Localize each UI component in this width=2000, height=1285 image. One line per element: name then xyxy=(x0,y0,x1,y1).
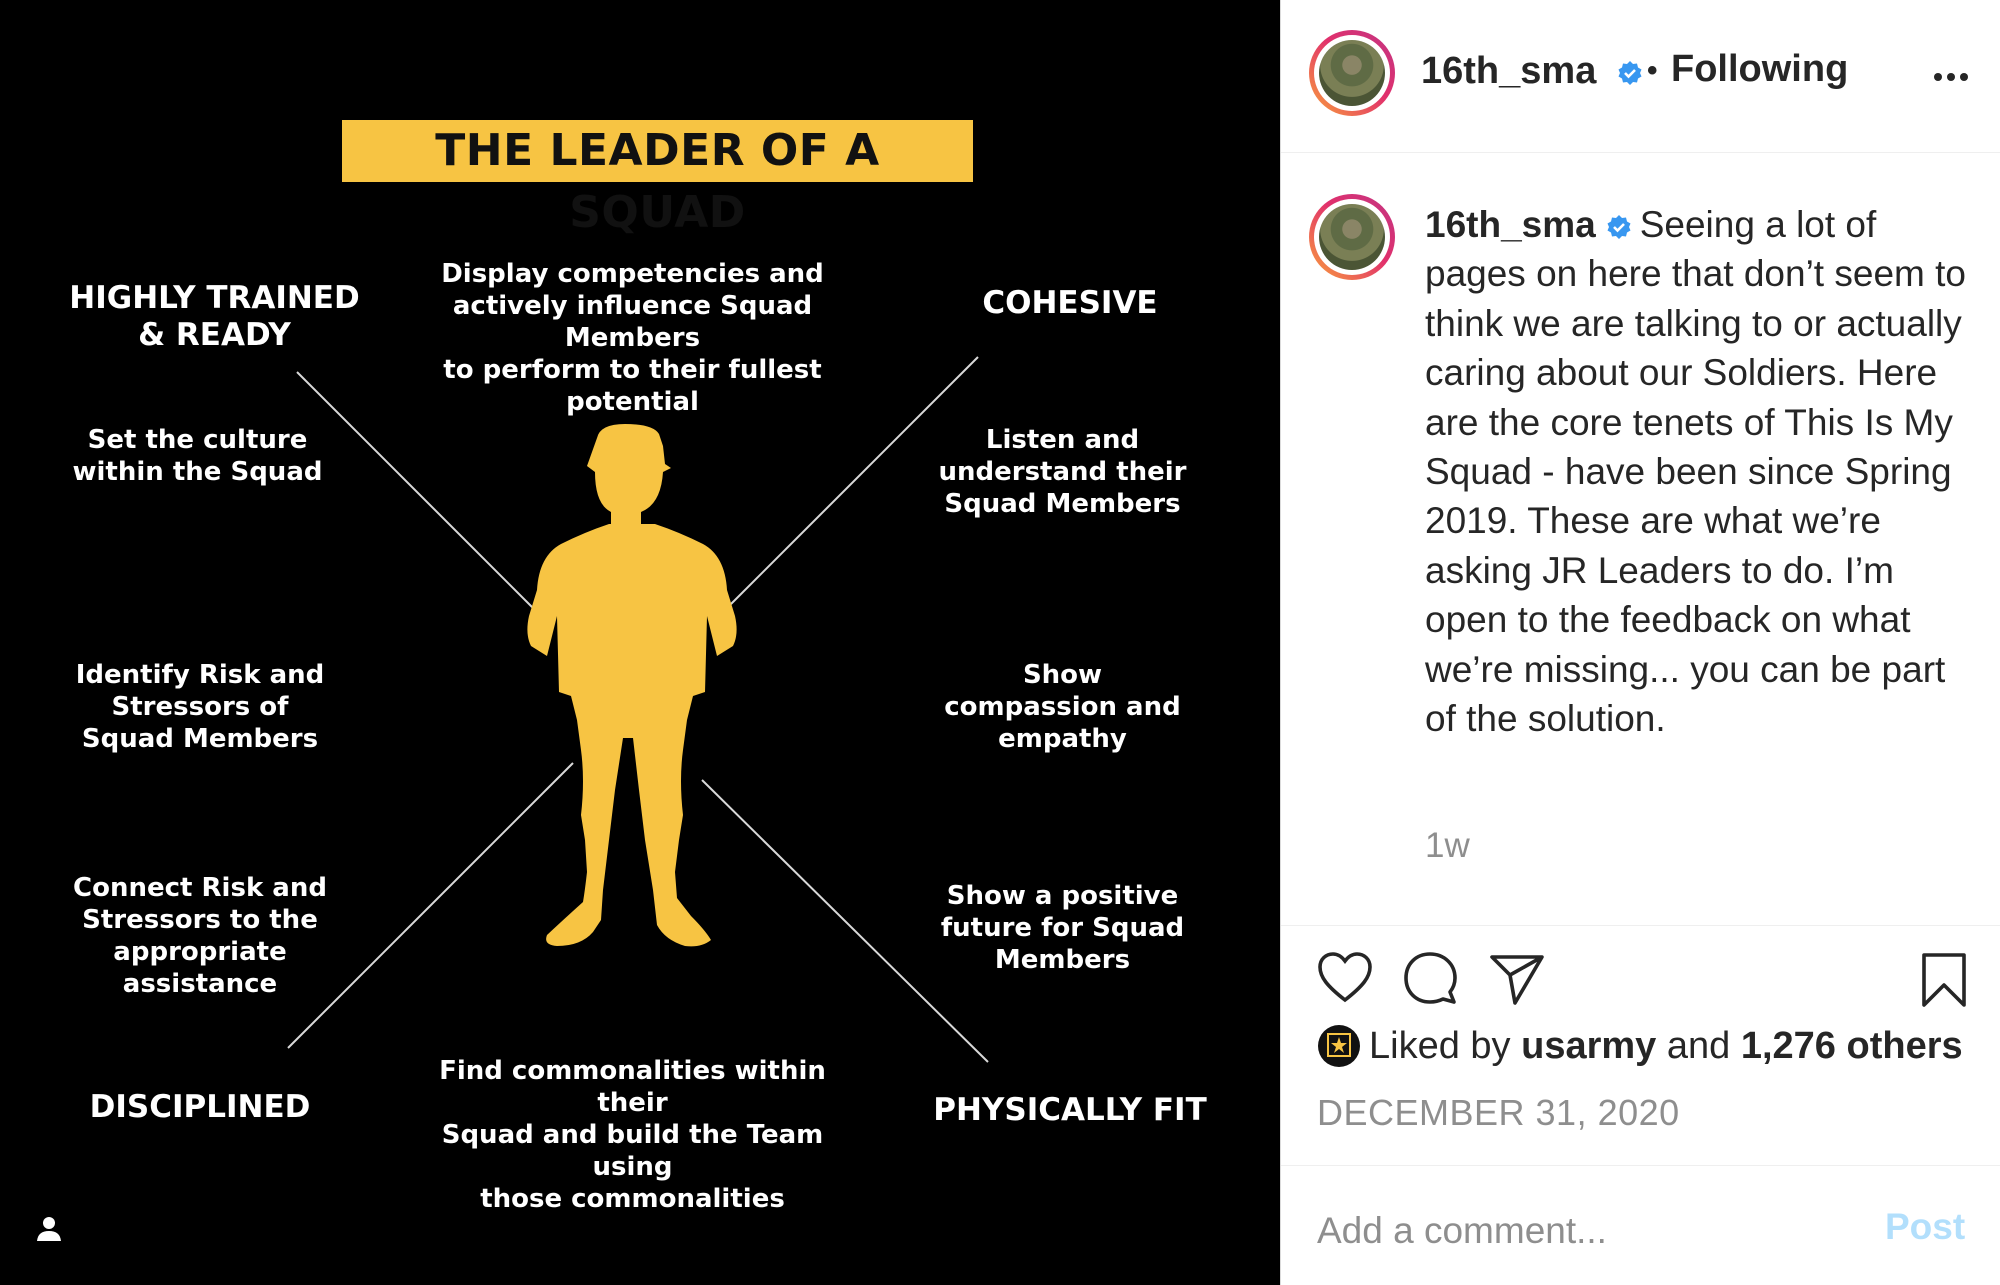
tenet-right-2: Show compassion and empathy xyxy=(944,660,1181,754)
caption: 16th_sma Seeing a lot of pages on here t… xyxy=(1425,200,1981,743)
usarmy-avatar[interactable] xyxy=(1317,1024,1361,1068)
corner-disciplined: DISCIPLINED xyxy=(89,1089,311,1125)
header-divider xyxy=(1281,152,2000,153)
likes-prefix: Liked by xyxy=(1369,1025,1511,1067)
comment-icon[interactable] xyxy=(1403,951,1457,1005)
corner-highly-trained: HIGHLY TRAINED & READY xyxy=(69,280,360,353)
actions-divider xyxy=(1281,925,2000,926)
tenet-left-3: Connect Risk and Stressors to the approp… xyxy=(73,873,327,999)
likes-conjunction: and xyxy=(1666,1025,1731,1067)
corner-cohesive: COHESIVE xyxy=(982,285,1158,321)
likes-user[interactable]: usarmy xyxy=(1521,1025,1656,1067)
header-separator: • xyxy=(1647,54,1658,87)
post-comment-button[interactable]: Post xyxy=(1885,1206,1965,1248)
post-date[interactable]: DECEMBER 31, 2020 xyxy=(1317,1092,1680,1134)
tenet-right-3: Show a positive future for Squad Members xyxy=(940,881,1185,975)
tenet-left-1: Set the culture within the Squad xyxy=(72,425,323,487)
likes-line: Liked by usarmy and 1,276 others xyxy=(1369,1025,1963,1068)
person-icon[interactable] xyxy=(34,1214,64,1244)
caption-username[interactable]: 16th_sma xyxy=(1425,204,1596,245)
header-username[interactable]: 16th_sma xyxy=(1421,50,1596,92)
title-banner: THE LEADER OF A SQUAD xyxy=(342,120,973,238)
tenet-left-2: Identify Risk and Stressors of Squad Mem… xyxy=(75,660,325,754)
more-options-icon[interactable] xyxy=(1933,71,1969,83)
corner-physically-fit: PHYSICALLY FIT xyxy=(933,1092,1207,1128)
follow-status-button[interactable]: Following xyxy=(1671,48,1848,91)
header-username-row: 16th_sma xyxy=(1421,50,1643,93)
comment-divider xyxy=(1281,1165,2000,1166)
tenet-top-center: Display competencies and actively influe… xyxy=(441,259,824,417)
caption-text: Seeing a lot of pages on here that don’t… xyxy=(1425,204,1966,740)
avatar[interactable] xyxy=(1309,30,1395,116)
heart-icon[interactable] xyxy=(1317,952,1373,1004)
comment-input[interactable]: Add a comment... xyxy=(1317,1210,1607,1252)
verified-badge-icon xyxy=(1607,215,1631,240)
tenet-bottom-center: Find commonalities within their Squad an… xyxy=(439,1056,826,1214)
post-sidebar: 16th_sma • Following 16th_sma Seeing a l… xyxy=(1280,0,2000,1285)
graphic-title: THE LEADER OF A SQUAD xyxy=(435,125,880,238)
verified-badge-icon xyxy=(1618,60,1642,85)
caption-age[interactable]: 1w xyxy=(1425,826,1470,866)
bookmark-icon[interactable] xyxy=(1921,952,1967,1008)
soldier-silhouette xyxy=(527,424,737,947)
tenet-right-1: Listen and understand their Squad Member… xyxy=(938,425,1187,519)
post-image[interactable]: THE LEADER OF A SQUAD HIGHLY TRAINED & R… xyxy=(0,0,1280,1285)
share-icon[interactable] xyxy=(1489,954,1545,1006)
caption-avatar[interactable] xyxy=(1309,194,1395,280)
likes-others[interactable]: 1,276 others xyxy=(1741,1025,1963,1067)
